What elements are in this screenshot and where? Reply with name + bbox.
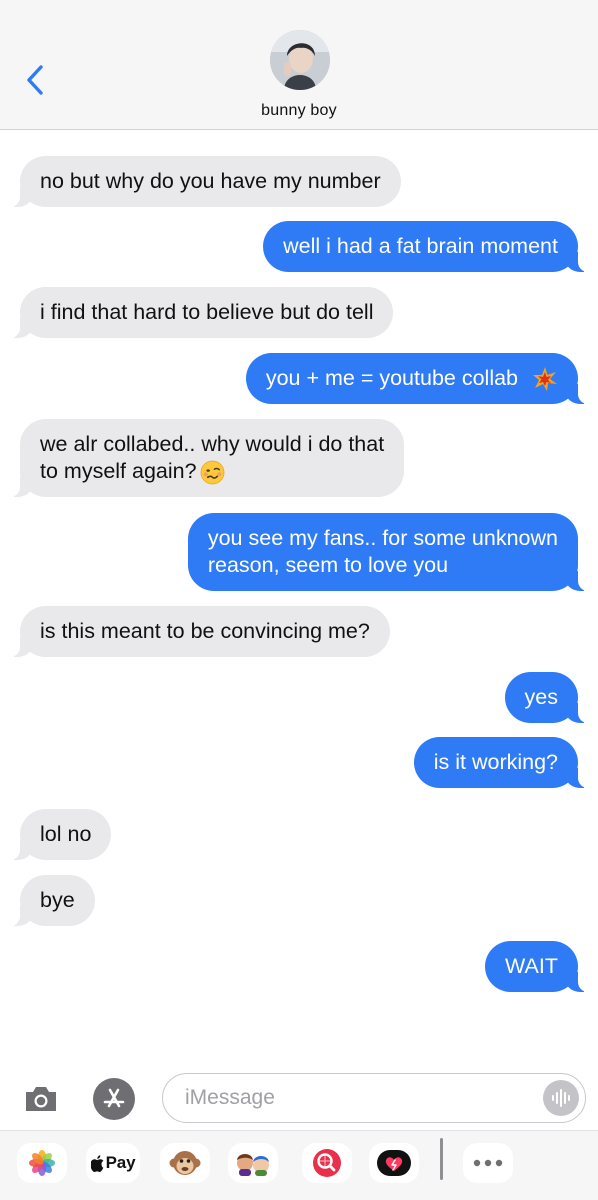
- incoming-message[interactable]: bye: [10, 875, 95, 926]
- digital-touch-icon: [377, 1150, 411, 1176]
- message-text: yes: [524, 685, 558, 709]
- collision-icon: [533, 367, 557, 392]
- apple-logo-icon: [90, 1154, 104, 1172]
- monkey-memoji-icon: [169, 1151, 201, 1175]
- message-text: you + me = youtube collab: [265, 366, 519, 390]
- chevron-left-icon: [27, 65, 43, 95]
- outgoing-message[interactable]: yes: [504, 672, 589, 723]
- message-text: is it working?: [433, 750, 558, 774]
- message-thread: no but why do you have my number well i …: [0, 130, 598, 1065]
- message-text-line: reason, seem to love you: [207, 553, 449, 577]
- photos-app-button[interactable]: [17, 1143, 67, 1183]
- message-input[interactable]: [185, 1074, 525, 1121]
- message-text: well i had a fat brain moment: [283, 234, 558, 258]
- message-text: WAIT: [505, 954, 558, 978]
- apple-pay-label: Pay: [105, 1153, 136, 1172]
- outgoing-message[interactable]: is it working?: [413, 737, 589, 788]
- memoji-stickers-button[interactable]: [228, 1143, 278, 1183]
- message-text: is this meant to be convincing me?: [40, 619, 370, 643]
- outgoing-message[interactable]: you + me = youtube collab: [245, 353, 589, 405]
- outgoing-message[interactable]: well i had a fat brain moment: [263, 221, 588, 272]
- composer-bar: [0, 1065, 598, 1130]
- waveform-icon: [552, 1089, 570, 1107]
- more-icon: [473, 1159, 503, 1167]
- woozy-face-icon: [200, 460, 224, 485]
- message-input-field[interactable]: [162, 1073, 586, 1123]
- back-button[interactable]: [18, 58, 52, 102]
- animoji-button[interactable]: [160, 1143, 210, 1183]
- imessage-app-drawer: Pay: [0, 1130, 598, 1200]
- app-store-icon: [103, 1088, 125, 1108]
- message-text-line: we alr collabed.. why would i do that: [40, 432, 385, 456]
- more-apps-button[interactable]: [463, 1143, 513, 1183]
- message-text: bye: [40, 888, 75, 912]
- message-text: lol no: [40, 822, 92, 846]
- avatar-photo: [270, 30, 330, 90]
- photos-icon: [29, 1150, 55, 1176]
- incoming-message[interactable]: is this meant to be convincing me?: [10, 606, 390, 657]
- drawer-divider: [440, 1138, 443, 1180]
- camera-icon: [26, 1087, 56, 1111]
- contact-name[interactable]: bunny boy: [0, 102, 598, 120]
- apple-pay-button[interactable]: Pay: [86, 1143, 140, 1183]
- outgoing-message[interactable]: WAIT: [485, 941, 588, 992]
- incoming-message[interactable]: no but why do you have my number: [10, 156, 401, 207]
- digital-touch-button[interactable]: [369, 1143, 419, 1183]
- incoming-message[interactable]: lol no: [9, 809, 112, 860]
- app-store-button[interactable]: [93, 1078, 135, 1120]
- incoming-message[interactable]: we alr collabed.. why would i do that to…: [9, 419, 405, 497]
- web-search-button[interactable]: [302, 1143, 352, 1183]
- message-text: no but why do you have my number: [40, 169, 381, 193]
- message-text-line: you see my fans.. for some unknown: [207, 526, 558, 550]
- conversation-header: bunny boy: [0, 0, 598, 130]
- incoming-message[interactable]: i find that hard to believe but do tell: [9, 287, 394, 338]
- web-search-icon: [313, 1149, 341, 1177]
- message-text: i find that hard to believe but do tell: [40, 300, 374, 324]
- memoji-stickers-icon: [237, 1154, 269, 1176]
- outgoing-message[interactable]: you see my fans.. for some unknown reaso…: [187, 513, 589, 591]
- contact-avatar[interactable]: [270, 30, 330, 90]
- message-text-line: to myself again?: [40, 459, 197, 483]
- camera-button[interactable]: [22, 1080, 60, 1118]
- audio-message-button[interactable]: [543, 1080, 579, 1116]
